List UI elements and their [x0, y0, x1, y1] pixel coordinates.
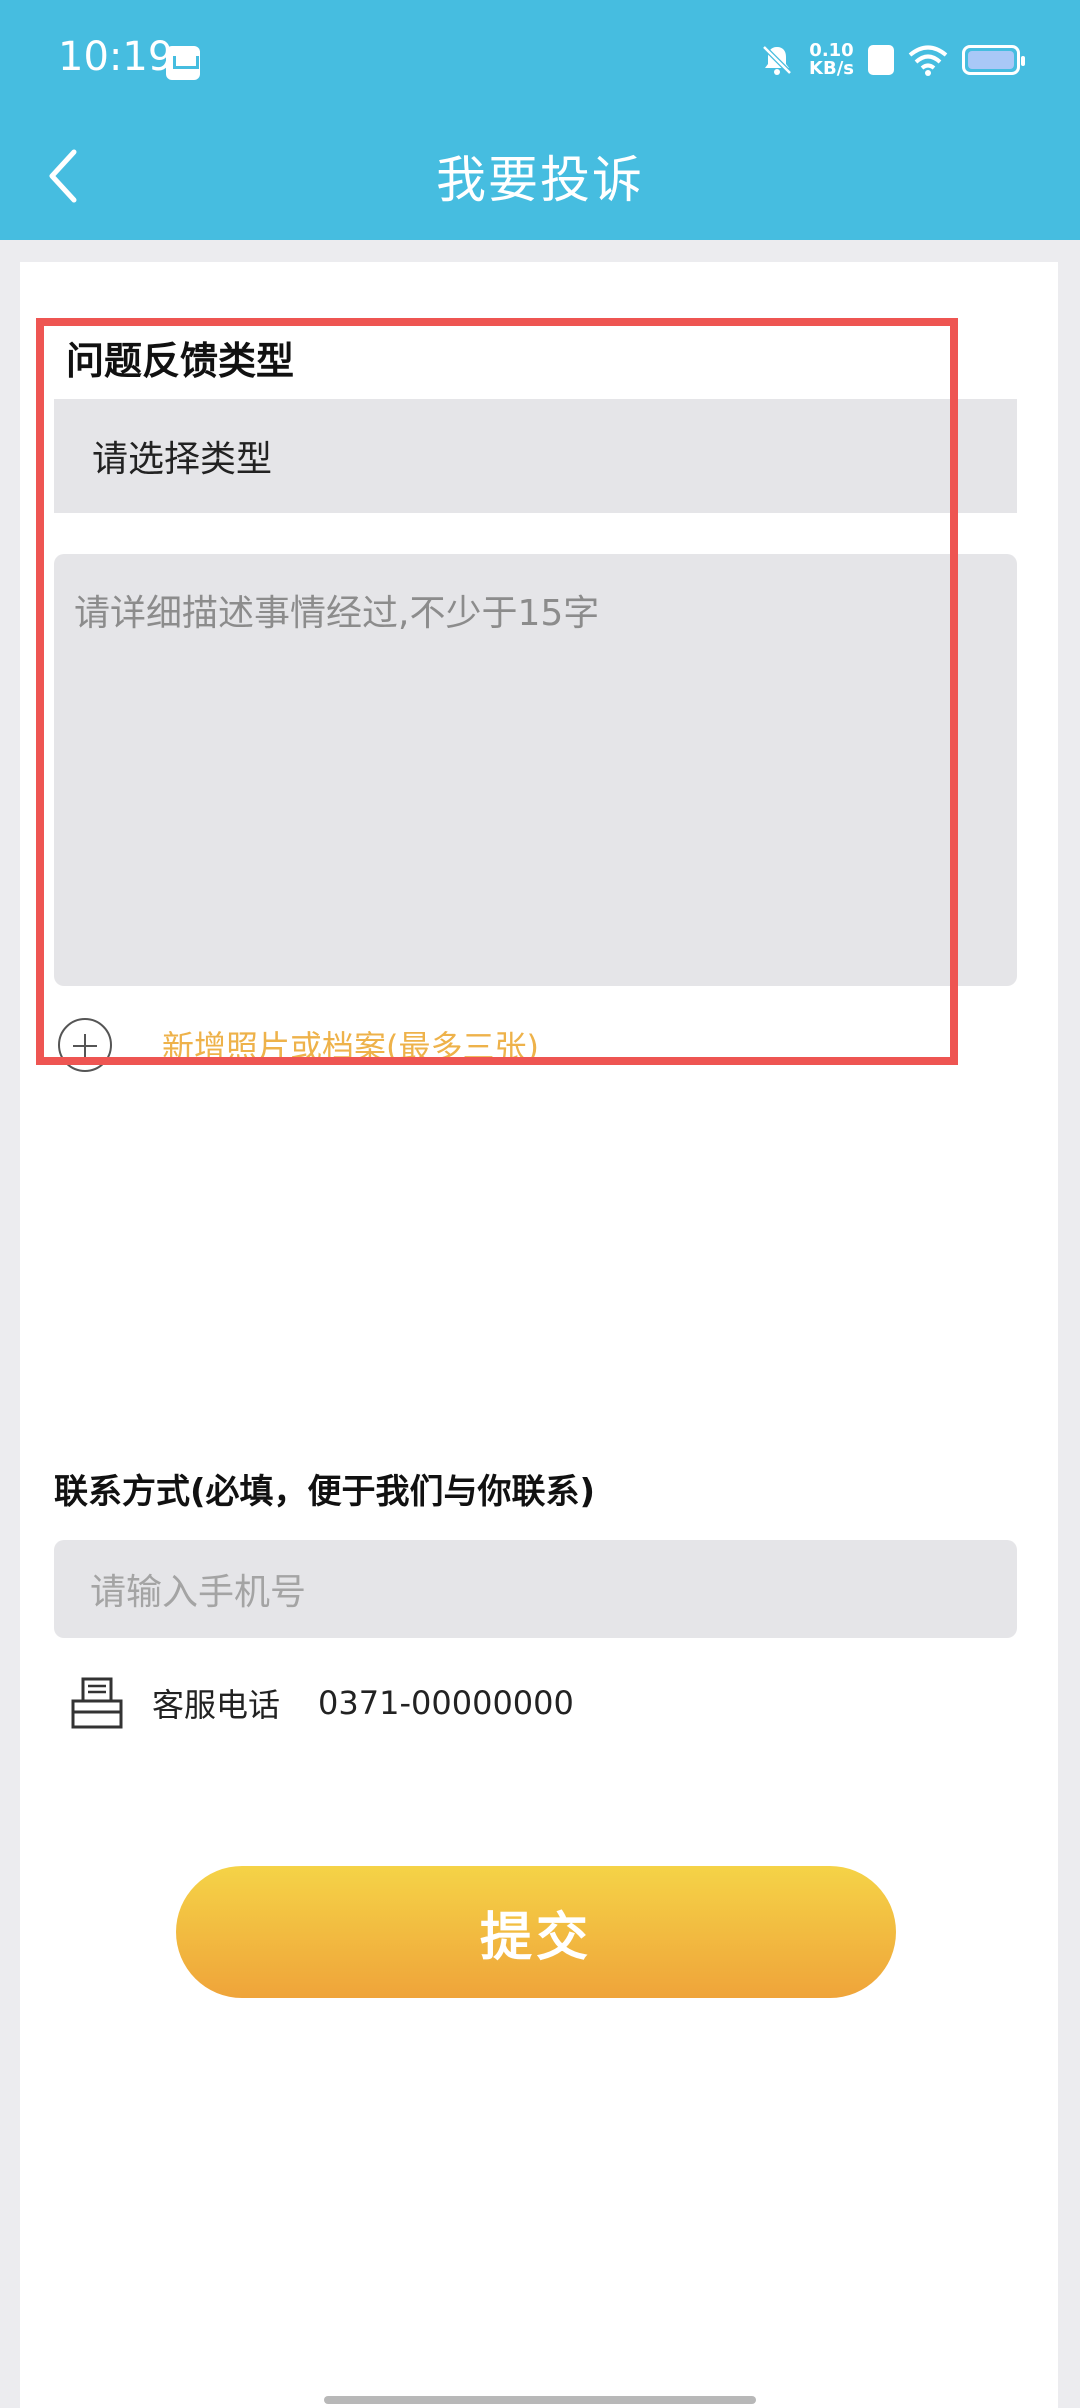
type-section-label: 问题反馈类型 [66, 339, 295, 383]
app-header: 10:19 0.10 KB/s 我要投诉 [0, 0, 1080, 240]
contact-label: 联系方式(必填，便于我们与你联系) [54, 1472, 596, 1512]
page-title: 我要投诉 [436, 151, 644, 209]
submit-button[interactable]: 提交 [176, 1866, 896, 1998]
submit-label: 提交 [479, 1907, 592, 1968]
type-select[interactable]: 请选择类型 [54, 399, 1017, 513]
sim-icon [868, 45, 894, 75]
status-time: 10:19 [58, 34, 174, 80]
app-notification-icon [166, 46, 200, 80]
service-phone-number[interactable]: 0371-00000000 [318, 1684, 574, 1722]
service-phone-row[interactable]: 客服电话 0371-00000000 [70, 1676, 574, 1730]
type-select-value: 请选择类型 [92, 439, 273, 480]
battery-icon [962, 45, 1025, 75]
fax-icon [71, 1677, 123, 1729]
description-placeholder: 请详细描述事情经过,不少于15字 [74, 593, 600, 634]
wifi-icon [908, 45, 948, 76]
description-textarea[interactable]: 请详细描述事情经过,不少于15字 [54, 554, 1017, 986]
home-indicator[interactable] [324, 2396, 756, 2404]
phone-input[interactable]: 请输入手机号 [54, 1540, 1017, 1638]
net-speed-unit: KB/s [809, 58, 854, 79]
add-attachment-button[interactable]: 新增照片或档案(最多三张) [58, 1018, 539, 1072]
mute-icon [762, 45, 792, 75]
status-icons: 0.10 KB/s [759, 42, 1025, 78]
phone-placeholder: 请输入手机号 [90, 1572, 307, 1613]
plus-circle-icon[interactable] [58, 1018, 112, 1072]
service-label: 客服电话 [152, 1686, 281, 1724]
add-attachment-label[interactable]: 新增照片或档案(最多三张) [162, 1022, 539, 1068]
net-speed: 0.10 KB/s [809, 42, 854, 78]
